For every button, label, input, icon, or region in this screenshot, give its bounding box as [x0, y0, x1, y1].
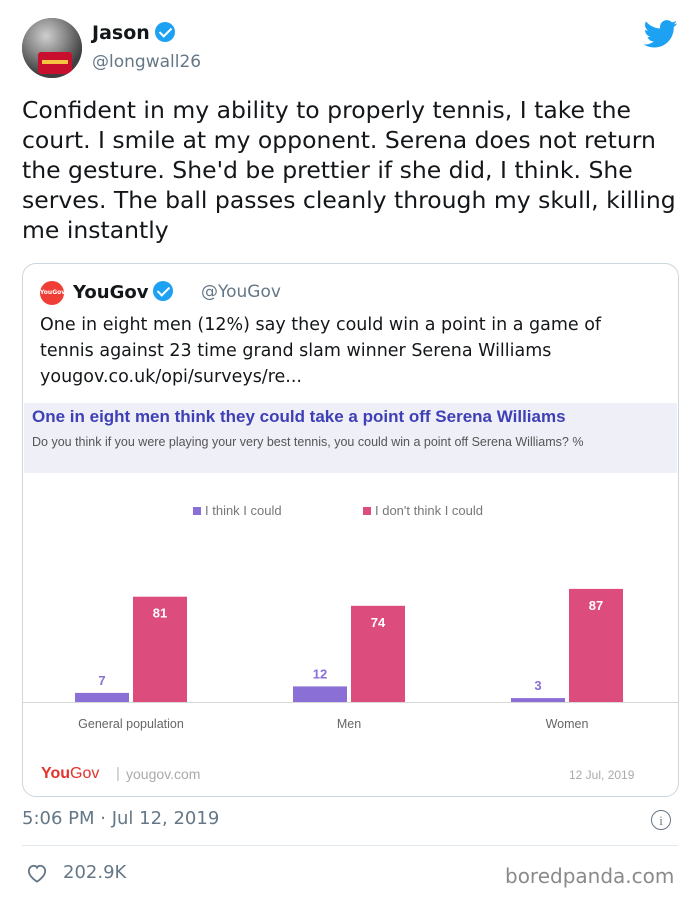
- data-label: 81: [153, 606, 167, 621]
- data-label: 12: [313, 666, 327, 681]
- category-label: Men: [337, 717, 361, 731]
- watermark: boredpanda.com: [505, 864, 675, 888]
- yougov-footer-logo: YouGov: [41, 765, 99, 783]
- tweet-timestamp[interactable]: 5:06 PM · Jul 12, 2019: [22, 808, 219, 829]
- yougov-logo-you: You: [41, 765, 71, 782]
- like-count[interactable]: 202.9K: [63, 862, 126, 883]
- tweet-text: Confident in my ability to properly tenn…: [22, 96, 676, 244]
- category-label: General population: [78, 717, 184, 731]
- avatar-shirt-stripe: [42, 60, 68, 64]
- quote-author-name-text[interactable]: YouGov: [73, 282, 148, 303]
- data-label: 3: [534, 678, 541, 693]
- verified-badge-icon: [154, 22, 175, 42]
- bar-chart: I think I could I don't think I could 7 81 G…: [23, 503, 678, 731]
- footer-date: 12 Jul, 2019: [569, 768, 635, 782]
- bar: [293, 686, 347, 702]
- yougov-logo-gov: Gov: [70, 765, 100, 782]
- divider: [22, 845, 678, 846]
- heart-icon[interactable]: [26, 863, 48, 883]
- data-label: 74: [371, 615, 386, 630]
- bar: [511, 698, 565, 702]
- footer-separator: |: [116, 765, 120, 782]
- quote-verified-badge-icon: [153, 281, 174, 301]
- legend-swatch: [193, 507, 201, 515]
- yougov-avatar[interactable]: YouGov: [40, 281, 65, 305]
- quote-author-handle[interactable]: @YouGov: [201, 282, 281, 302]
- chart-title: One in eight men think they could take a…: [32, 407, 566, 426]
- data-label: 87: [589, 598, 603, 613]
- quote-author-name[interactable]: YouGov: [73, 281, 174, 303]
- legend-label: I think I could: [205, 503, 282, 518]
- quoted-tweet[interactable]: YouGov YouGov @YouGov One in eight men (…: [22, 263, 679, 797]
- twitter-bird-icon[interactable]: [644, 20, 678, 48]
- author-name[interactable]: Jason: [92, 22, 175, 44]
- author-handle[interactable]: @longwall26: [92, 52, 201, 72]
- legend-swatch: [363, 507, 371, 515]
- legend-label: I don't think I could: [375, 503, 483, 518]
- info-icon[interactable]: i: [651, 810, 671, 830]
- footer-url: yougov.com: [126, 766, 201, 782]
- bar: [75, 692, 129, 702]
- category-label: Women: [546, 717, 589, 731]
- author-avatar[interactable]: [22, 18, 82, 78]
- data-label: 7: [98, 673, 105, 688]
- chart-subtitle: Do you think if you were playing your ve…: [32, 435, 584, 449]
- quote-text: One in eight men (12%) say they could wi…: [40, 315, 602, 387]
- author-name-text[interactable]: Jason: [92, 22, 150, 44]
